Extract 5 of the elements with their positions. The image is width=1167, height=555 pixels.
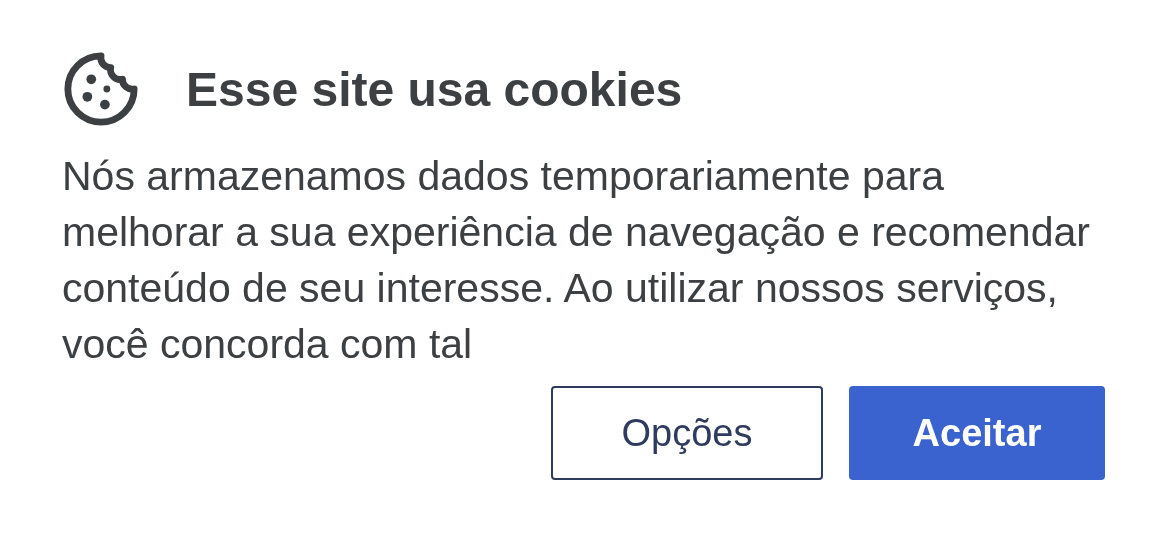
dialog-title: Esse site usa cookies (186, 61, 683, 117)
accept-button[interactable]: Aceitar (849, 386, 1105, 480)
options-button[interactable]: Opções (551, 386, 823, 480)
cookie-icon (62, 50, 140, 128)
cookie-message: Nós armazenamos dados temporariamente para melhorar a sua experiência de navegação e recomendar conteúdo de seu interesse. Ao utilizar nossos serviços, você concorda com tal (62, 152, 1091, 369)
